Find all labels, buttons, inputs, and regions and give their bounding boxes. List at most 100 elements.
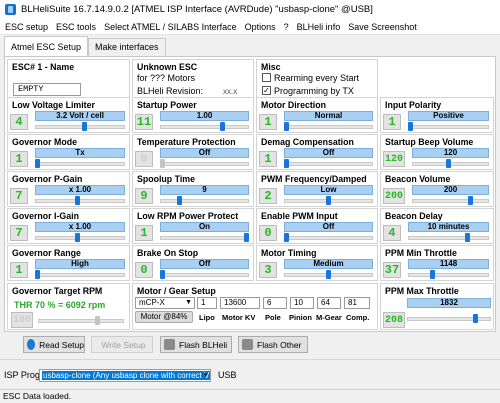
beacon-volume-slider[interactable] bbox=[412, 199, 489, 203]
beacon-volume-number-box: 200 bbox=[383, 188, 405, 204]
startup-power-group: Startup Power 11 1.00 bbox=[132, 97, 254, 133]
programming-by-tx-checkbox[interactable]: ✓ bbox=[262, 86, 271, 95]
input-polarity-slider[interactable] bbox=[408, 125, 489, 129]
motor-timing-value: Medium bbox=[284, 259, 373, 269]
enable-pwm-input-slider-thumb[interactable] bbox=[284, 233, 289, 242]
governor-mode-label: Governor Mode bbox=[12, 137, 78, 147]
low-voltage-limiter-slider[interactable] bbox=[35, 125, 125, 129]
m-gear-field[interactable]: 64 bbox=[317, 297, 341, 309]
ppm-min-throttle-number-box: 37 bbox=[383, 262, 401, 278]
governor-p-gain-value: x 1.00 bbox=[35, 185, 125, 195]
isp-label: ISP Prog: bbox=[4, 370, 43, 380]
menu-blheli-info[interactable]: BLHeli info bbox=[293, 22, 345, 32]
ppm-max-slider-thumb[interactable] bbox=[473, 314, 478, 323]
comp-field[interactable]: 81 bbox=[344, 297, 370, 309]
governor-range-slider[interactable] bbox=[35, 273, 125, 277]
temperature-protection-slider-thumb[interactable] bbox=[160, 159, 165, 168]
menu-select-interface[interactable]: Select ATMEL / SILABS Interface bbox=[100, 22, 241, 32]
ppm-min-throttle-label: PPM Min Throttle bbox=[385, 248, 457, 258]
startup-power-slider[interactable] bbox=[160, 125, 249, 129]
low-voltage-limiter-number-box: 4 bbox=[10, 114, 28, 130]
brake-on-stop-slider-thumb[interactable] bbox=[160, 270, 165, 279]
governor-range-slider-thumb[interactable] bbox=[35, 270, 40, 279]
spoolup-time-slider-thumb[interactable] bbox=[177, 196, 182, 205]
startup-beep-volume-slider-thumb[interactable] bbox=[446, 159, 451, 168]
enable-pwm-input-slider[interactable] bbox=[284, 236, 373, 240]
read-icon bbox=[27, 339, 36, 350]
beacon-volume-label: Beacon Volume bbox=[385, 174, 451, 184]
motor-model-select[interactable]: mCP-X ▼ bbox=[135, 297, 195, 309]
enable-pwm-input-group: Enable PWM Input 0 Off bbox=[256, 208, 378, 244]
motor-kv-field[interactable]: 13600 bbox=[220, 297, 260, 309]
governor-target-slider[interactable] bbox=[38, 319, 124, 323]
write-setup-label: Write Setup bbox=[101, 339, 146, 350]
low-rpm-power-protect-label: Low RPM Power Protect bbox=[137, 211, 239, 221]
ppm-min-throttle-slider-thumb[interactable] bbox=[430, 270, 435, 279]
brake-on-stop-slider[interactable] bbox=[160, 273, 249, 277]
pwm-frequency-damped-label: PWM Frequency/Damped bbox=[261, 174, 367, 184]
pinion-field[interactable]: 10 bbox=[290, 297, 314, 309]
pinion-label: Pinion bbox=[289, 313, 312, 322]
motor-direction-slider[interactable] bbox=[284, 125, 373, 129]
flash-blheli-button[interactable]: Flash BLHeli bbox=[160, 336, 232, 353]
startup-power-value: 1.00 bbox=[160, 111, 249, 121]
tab-atmel-esc-setup[interactable]: Atmel ESC Setup bbox=[4, 36, 89, 56]
esc-name-label: ESC# 1 - Name bbox=[12, 62, 75, 72]
beacon-delay-slider-thumb[interactable] bbox=[465, 233, 470, 242]
startup-power-slider-thumb[interactable] bbox=[220, 122, 225, 131]
esc-name-field[interactable]: EMPTY bbox=[13, 83, 81, 96]
input-polarity-slider-thumb[interactable] bbox=[408, 122, 413, 131]
governor-p-gain-label: Governor P-Gain bbox=[12, 174, 83, 184]
governor-p-gain-slider-thumb[interactable] bbox=[75, 196, 80, 205]
beacon-volume-value: 200 bbox=[412, 185, 489, 195]
enable-pwm-input-value: Off bbox=[284, 222, 373, 232]
lipo-field[interactable]: 1 bbox=[197, 297, 217, 309]
menu-save-screenshot[interactable]: Save Screenshot bbox=[344, 22, 421, 32]
esc-info-group: Unknown ESC for ??? Motors BLHeli Revisi… bbox=[132, 59, 254, 101]
menu-esc-setup[interactable]: ESC setup bbox=[0, 22, 52, 32]
ppm-min-throttle-slider[interactable] bbox=[408, 273, 489, 277]
demag-compensation-slider-thumb[interactable] bbox=[284, 159, 289, 168]
governor-range-group: Governor Range 1 High bbox=[7, 245, 130, 281]
m-gear-label: M-Gear bbox=[316, 313, 342, 322]
isp-programmer-select[interactable]: usbasp-clone (Any usbasp clone with corr… bbox=[39, 369, 211, 382]
ppm-max-slider[interactable] bbox=[407, 317, 491, 321]
write-setup-button[interactable]: Write Setup bbox=[91, 336, 153, 353]
governor-i-gain-slider-thumb[interactable] bbox=[75, 233, 80, 242]
beacon-volume-slider-thumb[interactable] bbox=[468, 196, 473, 205]
pwm-frequency-damped-slider-thumb[interactable] bbox=[326, 196, 331, 205]
beacon-delay-slider[interactable] bbox=[408, 236, 489, 240]
menu-esc-tools[interactable]: ESC tools bbox=[52, 22, 100, 32]
low-rpm-power-protect-slider[interactable] bbox=[160, 236, 249, 240]
flash-other-button[interactable]: Flash Other bbox=[238, 336, 308, 353]
temperature-protection-slider[interactable] bbox=[160, 162, 249, 166]
read-setup-label: Read Setup bbox=[39, 339, 84, 350]
motor-direction-group: Motor Direction 1 Normal bbox=[256, 97, 378, 133]
pole-field[interactable]: 6 bbox=[263, 297, 287, 309]
motor-timing-slider-thumb[interactable] bbox=[326, 270, 331, 279]
motor-percent-badge: Motor @84% bbox=[135, 311, 193, 323]
governor-mode-slider-thumb[interactable] bbox=[35, 159, 40, 168]
menu-options[interactable]: Options bbox=[241, 22, 280, 32]
temperature-protection-value: Off bbox=[160, 148, 249, 158]
menu-help[interactable]: ? bbox=[280, 22, 293, 32]
rearming-checkbox[interactable] bbox=[262, 73, 271, 82]
motor-model-value: mCP-X bbox=[139, 298, 165, 307]
spoolup-time-slider[interactable] bbox=[160, 199, 249, 203]
spoolup-time-group: Spoolup Time 9 9 bbox=[132, 171, 254, 207]
low-voltage-limiter-slider-thumb[interactable] bbox=[82, 122, 87, 131]
motor-timing-number-box: 3 bbox=[259, 262, 277, 278]
motor-direction-slider-thumb[interactable] bbox=[284, 122, 289, 131]
demag-compensation-slider[interactable] bbox=[284, 162, 373, 166]
low-rpm-power-protect-slider-thumb[interactable] bbox=[244, 233, 249, 242]
governor-mode-slider[interactable] bbox=[35, 162, 125, 166]
read-setup-button[interactable]: Read Setup bbox=[23, 336, 85, 353]
chevron-down-icon: ▼ bbox=[185, 299, 192, 306]
governor-target-slider-thumb[interactable] bbox=[95, 316, 100, 325]
tab-make-interfaces[interactable]: Make interfaces bbox=[88, 38, 166, 56]
governor-i-gain-slider[interactable] bbox=[35, 236, 125, 240]
pwm-frequency-damped-value: Low bbox=[284, 185, 373, 195]
motor-kv-label: Motor KV bbox=[222, 313, 256, 322]
demag-compensation-label: Demag Compensation bbox=[261, 137, 354, 147]
governor-p-gain-slider[interactable] bbox=[35, 199, 125, 203]
